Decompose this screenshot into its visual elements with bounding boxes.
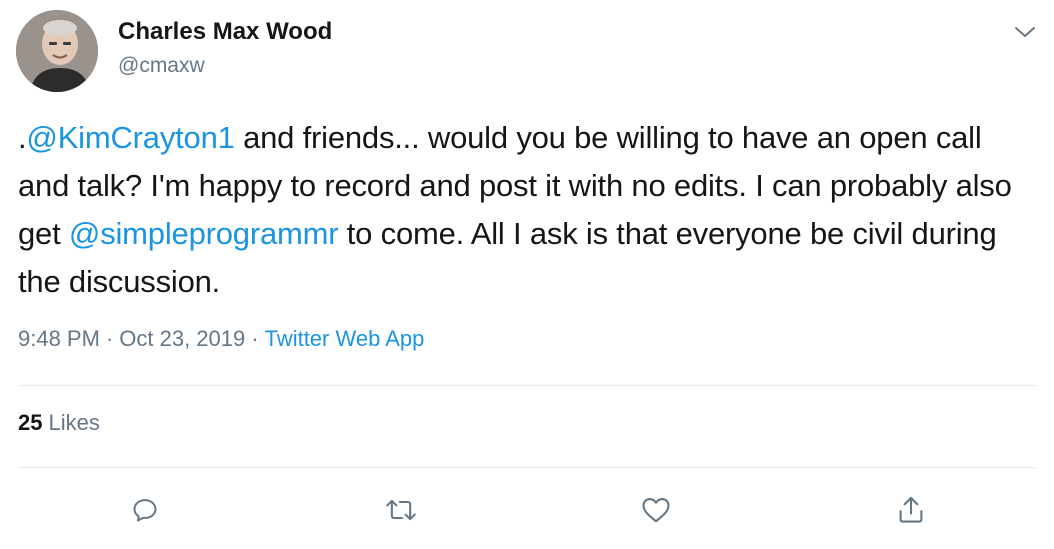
retweet-icon: [386, 499, 416, 521]
divider: [18, 385, 1036, 386]
likes-count: 25: [18, 410, 43, 435]
avatar[interactable]: [16, 10, 98, 92]
likes-stat[interactable]: 25 Likes: [18, 410, 100, 436]
meta-separator: ·: [105, 326, 114, 351]
likes-label: Likes: [48, 410, 100, 435]
tweet-source-link[interactable]: Twitter Web App: [265, 326, 425, 351]
retweet-button[interactable]: [381, 490, 421, 530]
tweet-meta: 9:48 PM · Oct 23, 2019 · Twitter Web App: [18, 326, 424, 352]
reply-icon: [133, 499, 157, 522]
heart-icon: [642, 497, 670, 523]
mention-simpleprogrammr[interactable]: @simpleprogrammr: [69, 216, 339, 251]
chevron-down-icon[interactable]: [1014, 24, 1036, 40]
share-icon: [899, 496, 923, 523]
mention-kimcrayton1[interactable]: @KimCrayton1: [26, 120, 234, 155]
divider: [18, 467, 1036, 468]
author-name[interactable]: Charles Max Wood: [118, 18, 332, 46]
avatar-image: [16, 10, 98, 92]
share-button[interactable]: [891, 490, 931, 530]
tweet-date[interactable]: Oct 23, 2019: [119, 326, 245, 351]
author-handle[interactable]: @cmaxw: [118, 54, 205, 78]
tweet-text: .@KimCrayton1 and friends... would you b…: [18, 114, 1038, 306]
like-button[interactable]: [636, 490, 676, 530]
meta-separator-2: ·: [251, 326, 259, 351]
reply-button[interactable]: [125, 490, 165, 530]
tweet-time[interactable]: 9:48 PM: [18, 326, 100, 351]
